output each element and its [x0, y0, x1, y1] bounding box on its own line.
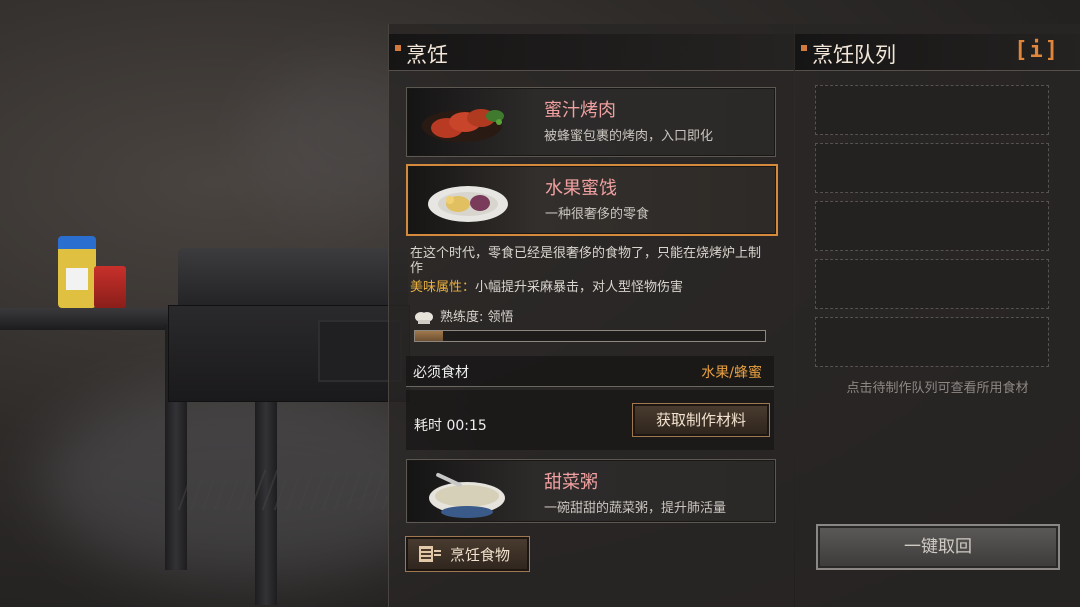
recipe-card-selected[interactable]: 水果蜜饯 一种很奢侈的零食	[406, 164, 778, 236]
queue-slot[interactable]	[815, 201, 1049, 251]
roast-meat-image	[422, 109, 504, 142]
recipe-card[interactable]: 蜜汁烤肉 被蜂蜜包裹的烤肉，入口即化	[406, 87, 776, 157]
retrieve-all-button[interactable]: 一键取回	[816, 524, 1060, 570]
can-prop	[94, 266, 126, 308]
recipe-description: 在这个时代，零食已经是很奢侈的食物了，只能在烧烤炉上制作	[410, 246, 762, 276]
recipe-name: 水果蜜饯	[545, 178, 617, 199]
cook-food-button[interactable]: 烹饪食物	[405, 536, 530, 572]
recipe-book-icon	[419, 546, 441, 562]
attribute-label: 美味属性：	[410, 280, 476, 295]
cooking-panel-title: 烹饪	[406, 43, 448, 67]
ingredients-value: 水果/蜂蜜	[701, 365, 762, 381]
cook-time: 耗时 00:15	[414, 418, 487, 434]
recipe-name: 蜜汁烤肉	[544, 100, 616, 121]
vegetable-porridge-image	[429, 472, 505, 518]
info-button[interactable]: [i]	[1014, 38, 1060, 63]
queue-slot[interactable]	[815, 317, 1049, 367]
proficiency-bar-fill	[415, 331, 443, 341]
flavor-attribute: 美味属性：小幅提升采麻暴击，对人型怪物伤害	[410, 276, 683, 295]
queue-panel-title: 烹饪队列	[812, 43, 896, 67]
cook-food-label: 烹饪食物	[450, 546, 511, 564]
queue-slot[interactable]	[815, 143, 1049, 193]
attribute-text: 小幅提升采麻暴击，对人型怪物伤害	[475, 280, 684, 295]
recipe-card[interactable]: 甜菜粥 一碗甜甜的蔬菜粥，提升肺活量	[406, 459, 776, 523]
recipe-desc: 一碗甜甜的蔬菜粥，提升肺活量	[544, 501, 727, 516]
grill-rack	[177, 470, 403, 510]
cooking-panel-header: 烹饪	[389, 34, 794, 71]
header-marker	[801, 45, 807, 51]
proficiency: 熟练度: 领悟	[414, 306, 514, 325]
queue-slot[interactable]	[815, 85, 1049, 135]
recipe-detail: 在这个时代，零食已经是很奢侈的食物了，只能在烧烤炉上制作 美味属性：小幅提升采麻…	[406, 238, 774, 450]
queue-panel-header: 烹饪队列 [i]	[795, 34, 1080, 71]
ingredients-label: 必须食材	[413, 365, 469, 381]
time-row: 耗时 00:15 获取制作材料	[406, 390, 774, 450]
bbq-grill	[178, 248, 408, 308]
bottle-label	[66, 268, 88, 290]
candied-fruit-image	[428, 186, 508, 222]
proficiency-bar	[414, 330, 766, 342]
required-ingredients: 必须食材 水果/蜂蜜	[406, 356, 774, 387]
recipe-desc: 被蜂蜜包裹的烤肉，入口即化	[544, 129, 714, 144]
recipe-name: 甜菜粥	[544, 472, 598, 493]
get-materials-button[interactable]: 获取制作材料	[632, 403, 770, 437]
proficiency-text: 熟练度: 领悟	[440, 310, 514, 325]
queue-hint: 点击待制作队列可查看所用食材	[846, 381, 1029, 396]
header-marker	[395, 45, 401, 51]
queue-slot[interactable]	[815, 259, 1049, 309]
chef-hat-icon	[415, 311, 433, 324]
recipe-desc: 一种很奢侈的零食	[545, 207, 650, 222]
